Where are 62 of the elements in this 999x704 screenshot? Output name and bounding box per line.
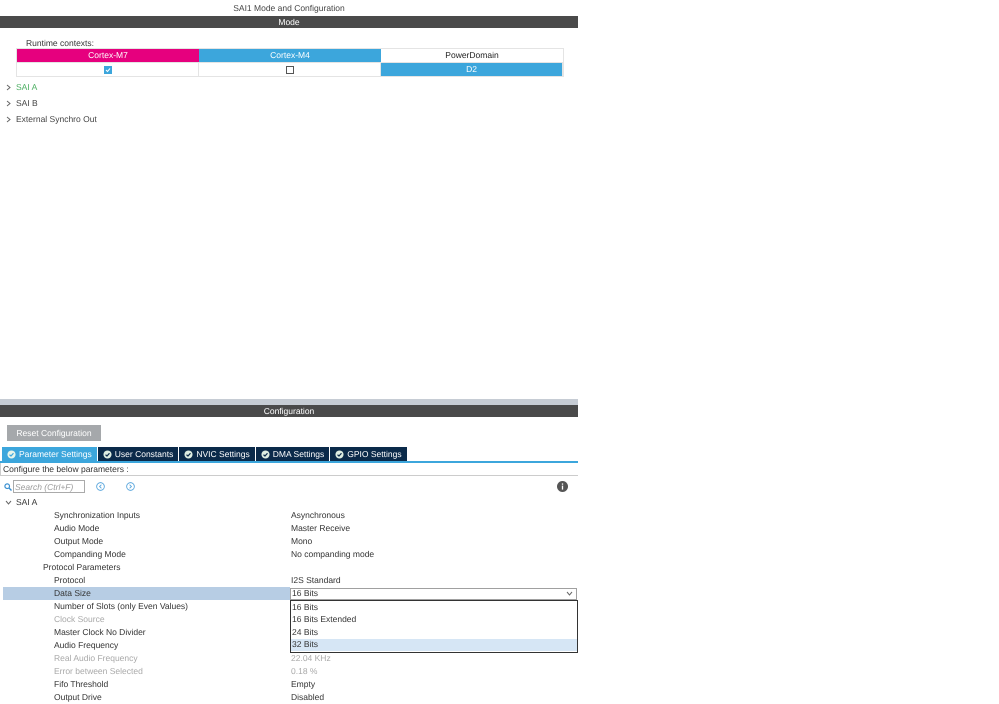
parameter-value: Disabled [291,691,324,704]
check-circle-icon [7,450,16,458]
checkbox[interactable] [104,66,112,74]
chevron-right-icon[interactable] [5,116,12,122]
context-header: PowerDomain [444,49,500,62]
parameter-value: 22.04 KHz [291,652,331,665]
window-title: SAI1 Mode and Configuration [232,2,346,15]
parameter-label: Synchronization Inputs [54,509,140,522]
tree-item[interactable]: External Synchro Out [16,112,97,126]
runtime-contexts-label: Runtime contexts: [26,37,94,48]
next-icon[interactable] [126,482,135,491]
parameter-label: Protocol [54,574,86,587]
chevron-right-icon[interactable] [5,84,12,90]
settings-tab[interactable]: GPIO Settings [330,447,407,461]
chevron-down-icon[interactable] [5,498,12,506]
parameter-label: Audio Mode [54,522,100,535]
dropdown-option[interactable]: 32 Bits [291,638,577,651]
parameter-label: Error between Selected [54,665,143,678]
parameter-label: Number of Slots (only Even Values) [54,600,188,613]
settings-tab[interactable]: NVIC Settings [179,447,255,461]
parameter-value: Master Receive [291,522,350,535]
search-icon [4,482,12,490]
check-circle-icon [260,450,270,458]
power-domain-value: D2 [381,63,562,76]
parameter-label: Clock Source [54,613,105,626]
dropdown-option[interactable]: 16 Bits [291,601,577,614]
parameter-label: Data Size [54,587,91,600]
subgroup-label: Protocol Parameters [43,561,120,574]
parameter-label: Companding Mode [54,548,126,561]
search-field[interactable]: Search (Ctrl+F) [13,480,85,493]
dropdown-option[interactable]: 24 Bits [291,626,577,638]
parameter-value: No companding mode [291,548,374,561]
chevron-down-icon[interactable] [566,590,573,597]
context-header: Cortex-M4 [199,49,381,62]
parameter-value: Asynchronous [291,509,345,522]
parameter-value: 0.18 % [291,665,318,678]
mode-header: Mode [0,16,578,28]
check-circle-icon [102,450,112,458]
settings-tab[interactable]: DMA Settings [256,447,330,461]
checkbox[interactable] [286,66,294,74]
chevron-right-icon[interactable] [5,100,12,106]
parameter-value: Empty [291,678,316,691]
context-header: Cortex-M7 [17,49,199,62]
parameter-label: Master Clock No Divider [54,626,146,639]
settings-tab[interactable]: User Constants [98,447,178,461]
configure-hint: Configure the below parameters : [0,463,578,476]
check-circle-icon [335,450,344,458]
parameter-label: Fifo Threshold [54,678,108,691]
group-label[interactable]: SAI A [16,496,38,508]
dropdown-field[interactable]: 16 Bits [290,588,577,600]
parameter-value: Mono [291,535,312,548]
parameter-label: Output Drive [54,691,102,704]
parameter-label: Output Mode [54,535,104,548]
check-circle-icon [184,450,194,458]
tree-item[interactable]: SAI B [16,96,38,110]
info-icon[interactable] [557,481,568,492]
parameter-label: Real Audio Frequency [54,652,138,665]
configuration-header: Configuration [0,405,578,417]
previous-icon[interactable] [96,482,105,491]
parameter-value: I2S Standard [291,574,341,587]
dropdown-option[interactable]: 16 Bits Extended [291,614,577,626]
parameter-label: Audio Frequency [54,639,118,652]
